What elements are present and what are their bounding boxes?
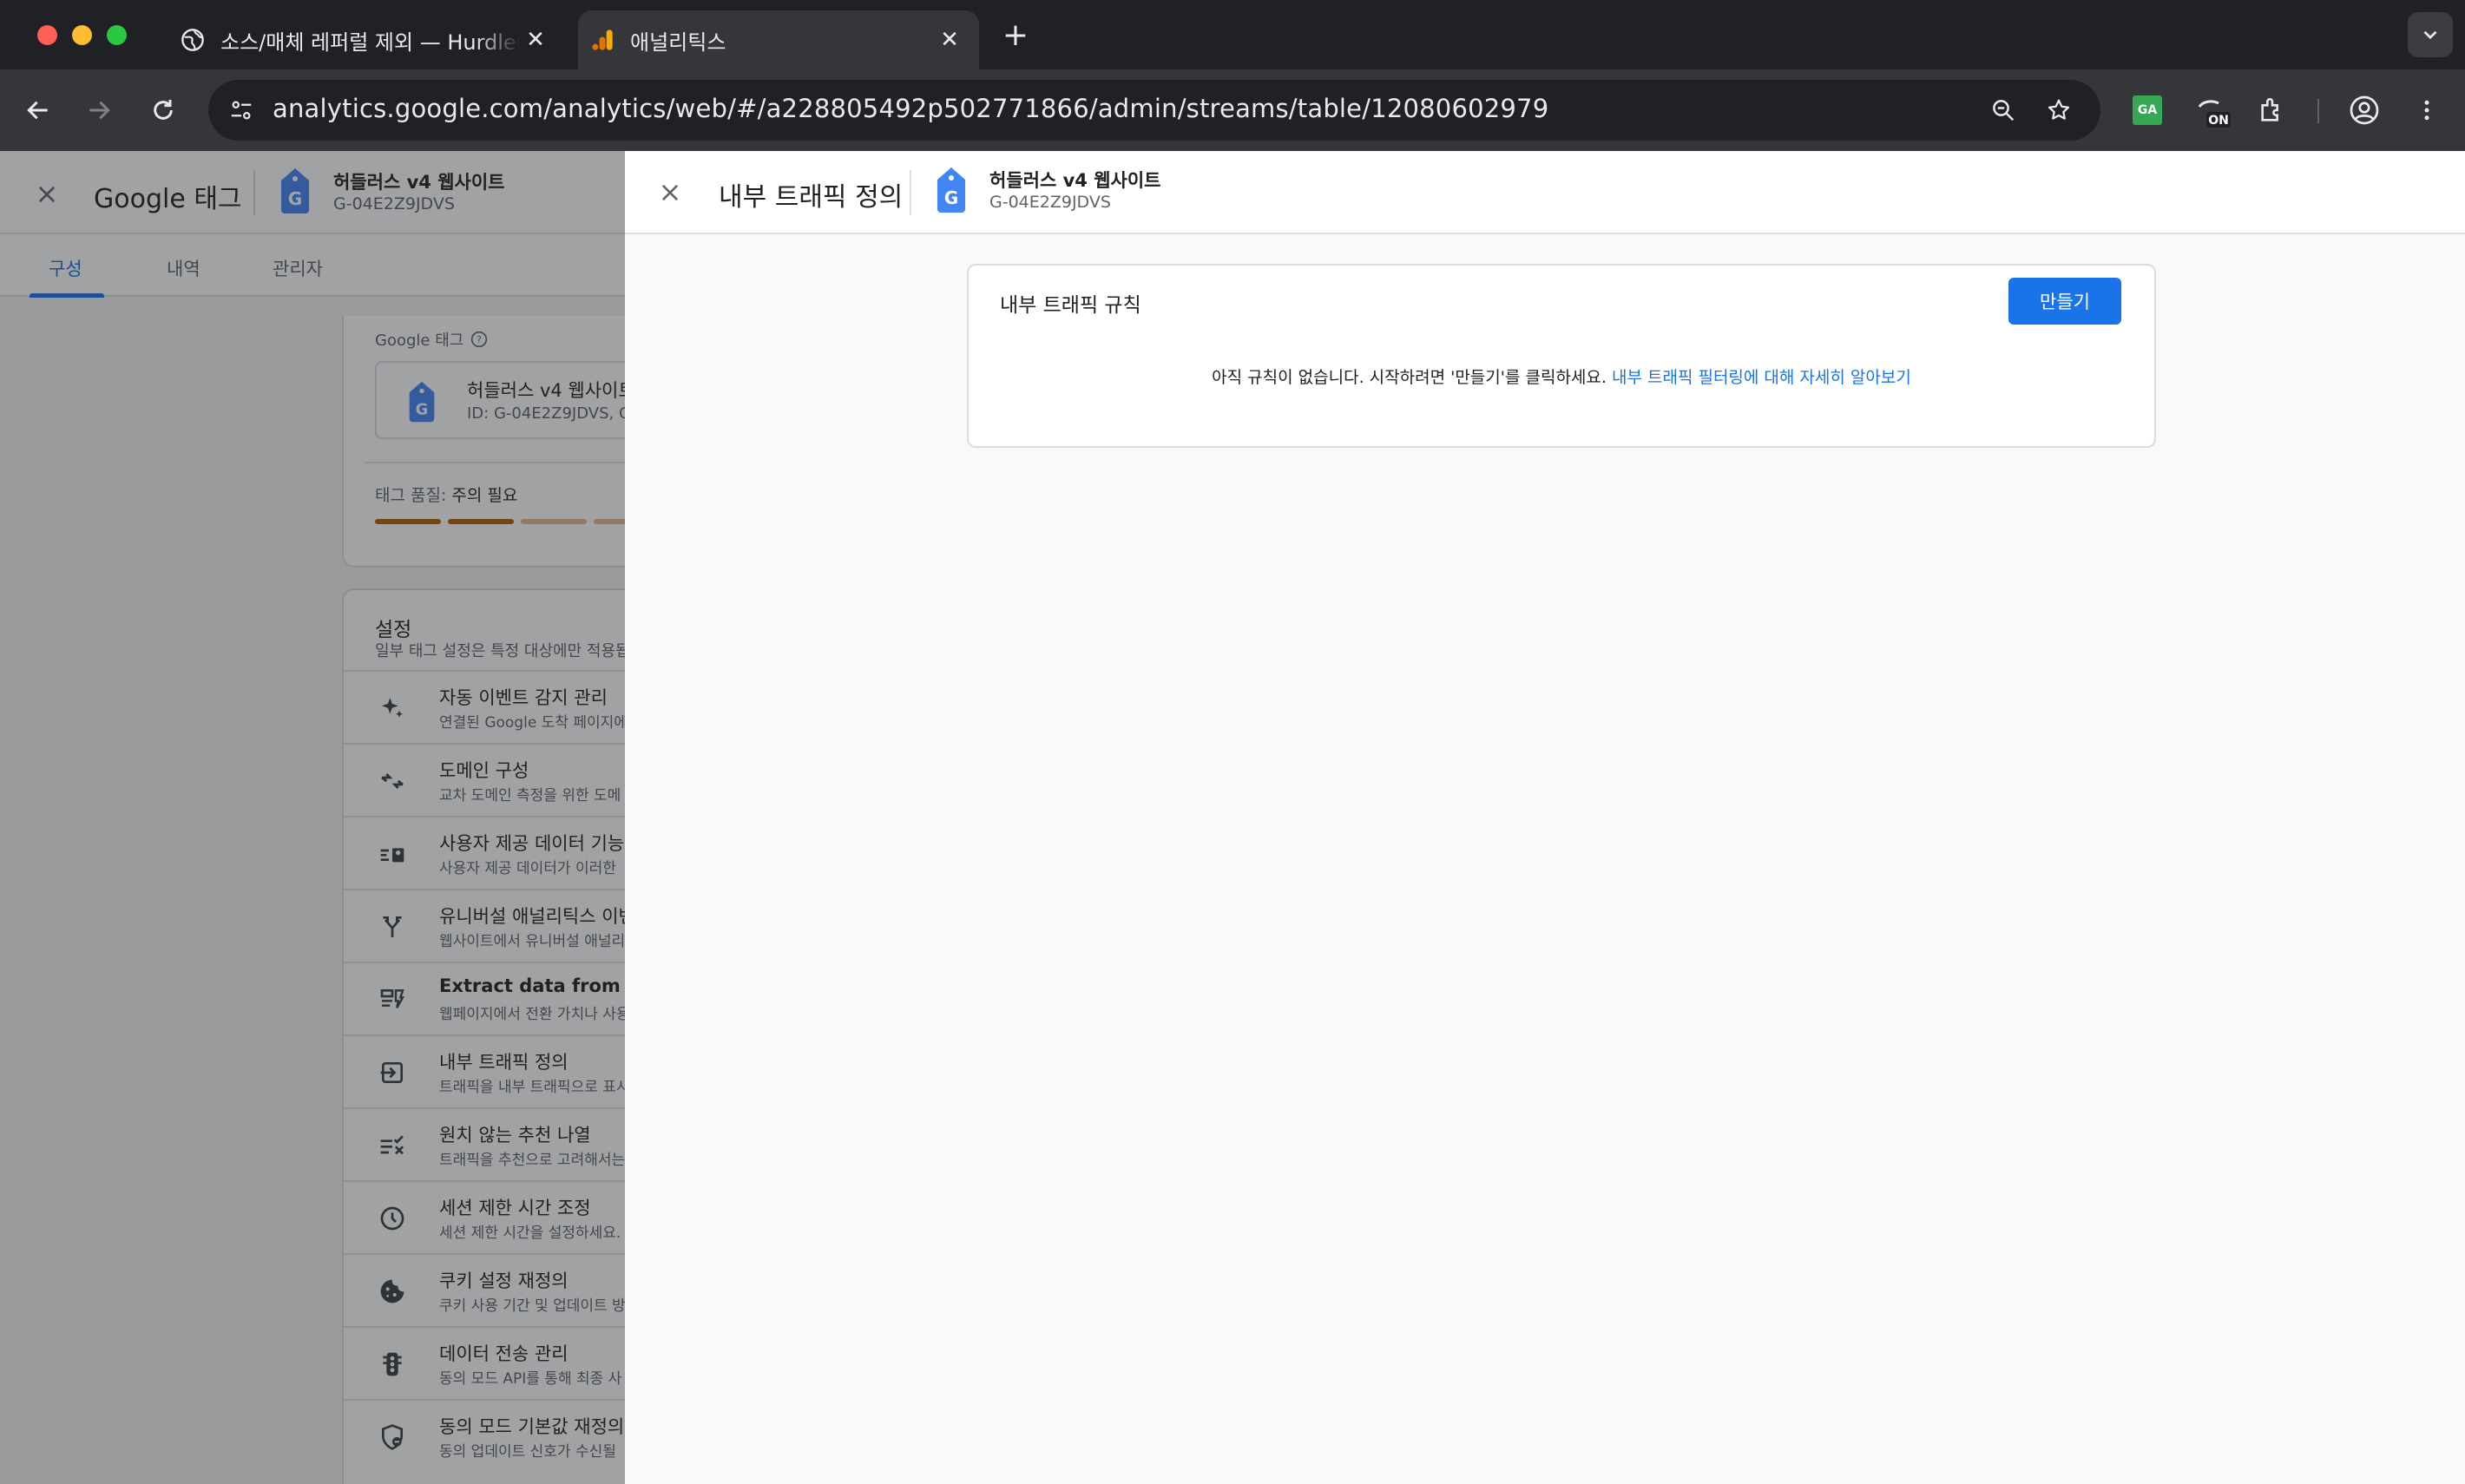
globe-icon [179,26,207,54]
back-button[interactable] [19,91,57,129]
drawer-title: 내부 트래픽 정의 [719,182,904,213]
window-minimize-button[interactable] [72,25,92,45]
tag-assistant-on-extension-icon[interactable]: ON [2194,91,2232,129]
ga-debugger-extension-icon[interactable]: GA [2128,91,2166,129]
rules-card-title: 내부 트래픽 규칙 [1000,294,1141,317]
reload-button[interactable] [144,91,182,129]
browser-tab-hurdlers[interactable]: 소스/매체 레퍼럴 제외 — Hurdlers ✕ [170,10,565,69]
tab-search-button[interactable] [2408,12,2453,57]
close-icon[interactable] [653,175,687,210]
google-tag-icon: G [932,163,970,217]
learn-more-link[interactable]: 내부 트래픽 필터링에 대해 자세히 알아보기 [1612,368,1911,387]
url-text[interactable]: analytics.google.com/analytics/web/#/a22… [273,94,1548,123]
site-info-icon[interactable] [224,93,259,128]
tab-title: 애널리틱스 [630,30,726,55]
google-tag-panel: Google 태그 G 허들러스 v4 웹사이트 G-04E2Z9JDVS 구성… [0,151,625,1484]
window-close-button[interactable] [37,25,57,45]
browser-tab-bar: 소스/매체 레퍼럴 제외 — Hurdlers ✕ 애널리틱스 ✕ + [0,0,2465,69]
window-maximize-button[interactable] [107,25,127,45]
browser-tab-analytics[interactable]: 애널리틱스 ✕ [578,10,979,69]
profile-avatar-icon[interactable] [2345,91,2383,129]
arrow-right-icon [89,101,110,120]
create-rule-button[interactable]: 만들기 [2008,278,2121,325]
reload-icon [154,100,173,120]
browser-menu-icon[interactable] [2408,91,2446,129]
drawer-header: 내부 트래픽 정의 G 허들러스 v4 웹사이트 G-04E2Z9JDVS [625,151,2465,234]
new-tab-button[interactable]: + [998,17,1033,53]
extensions-puzzle-icon[interactable] [2253,91,2291,129]
empty-state-message: 아직 규칙이 없습니다. 시작하려면 '만들기'를 클릭하세요. 내부 트래픽 … [969,364,2154,388]
tab-title: 소스/매체 레퍼럴 제외 — Hurdlers [220,30,520,55]
tab-close-icon[interactable]: ✕ [520,24,551,56]
site-name: 허들러스 v4 웹사이트 [989,170,1161,191]
toolbar-divider [2317,99,2319,123]
empty-state-text: 아직 규칙이 없습니다. 시작하려면 '만들기'를 클릭하세요. [1212,368,1607,387]
internal-traffic-drawer: 내부 트래픽 정의 G 허들러스 v4 웹사이트 G-04E2Z9JDVS 내부… [625,151,2465,1484]
bookmark-star-icon[interactable] [2041,93,2076,128]
ga-badge: GA [2133,95,2162,125]
modal-scrim[interactable] [0,151,625,1484]
tag-id: G-04E2Z9JDVS [989,193,1111,212]
svg-text:G: G [944,187,958,208]
on-badge-text: ON [2208,114,2229,128]
internal-traffic-rules-card: 내부 트래픽 규칙 만들기 아직 규칙이 없습니다. 시작하려면 '만들기'를 … [967,264,2156,448]
zoom-icon[interactable] [1986,93,2021,128]
header-divider [910,170,911,215]
arrow-left-icon [27,101,48,120]
tab-close-icon[interactable]: ✕ [934,24,965,56]
chevron-down-icon [2423,30,2437,40]
analytics-icon [588,26,616,54]
forward-button[interactable] [80,91,118,129]
browser-toolbar: analytics.google.com/analytics/web/#/a22… [0,69,2465,151]
address-bar[interactable]: analytics.google.com/analytics/web/#/a22… [208,80,2100,141]
